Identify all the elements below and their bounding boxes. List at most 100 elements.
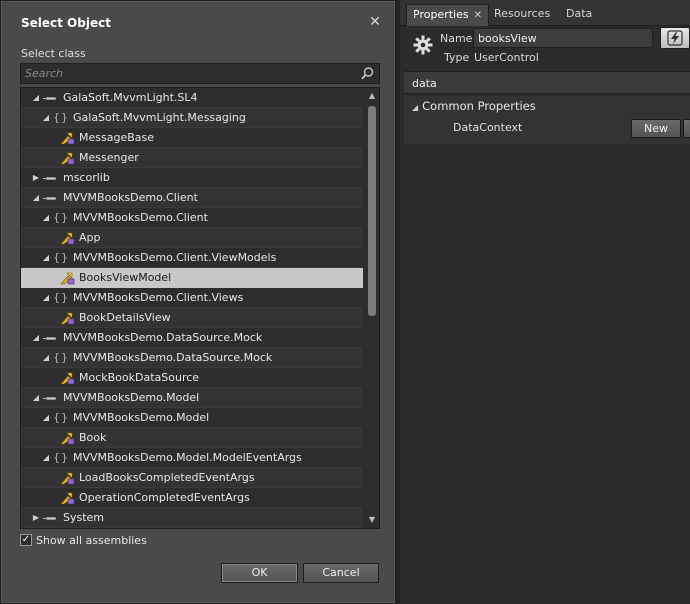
expanded-triangle-icon[interactable]: ◢: [31, 188, 41, 208]
tree-row-label: MVVMBooksDemo.Model: [63, 391, 200, 404]
tree-assembly-row[interactable]: ◢ GalaSoft.MvvmLight.SL4: [21, 88, 363, 108]
tree-class-row[interactable]: App: [21, 228, 363, 248]
expanded-triangle-icon[interactable]: ◢: [31, 88, 41, 108]
search-icon[interactable]: [360, 66, 375, 81]
tree-scrollbar[interactable]: ▲ ▼: [364, 88, 379, 528]
expanded-triangle-icon[interactable]: ◢: [41, 348, 51, 368]
new-datacontext-button[interactable]: New: [631, 119, 681, 138]
tree-class-row[interactable]: OperationCompletedEventArgs: [21, 488, 363, 508]
assembly-icon: [43, 511, 59, 525]
search-input[interactable]: [25, 66, 355, 81]
show-all-label: Show all assemblies: [36, 534, 147, 547]
tree-rows: ◢ GalaSoft.MvvmLight.SL4 ◢{} GalaSoft.MvvmL…: [21, 88, 363, 528]
show-all-checkbox[interactable]: ✓: [20, 534, 32, 546]
tree-row-label: MVVMBooksDemo.Client.Views: [73, 291, 244, 304]
panel-tabs: Properties ✕ Resources Data: [400, 0, 690, 26]
tree-class-row[interactable]: Messenger: [21, 148, 363, 168]
tree-namespace-row[interactable]: ◢{} GalaSoft.MvvmLight.Messaging: [21, 108, 363, 128]
tree-namespace-row[interactable]: ◢{} MVVMBooksDemo.Model: [21, 408, 363, 428]
tab-properties[interactable]: Properties ✕: [406, 4, 489, 26]
assembly-icon: [43, 171, 59, 185]
class-tree: ◢ GalaSoft.MvvmLight.SL4 ◢{} GalaSoft.MvvmL…: [20, 87, 380, 529]
expanded-triangle-icon[interactable]: ◢: [31, 388, 41, 408]
property-search-input[interactable]: [412, 75, 682, 91]
tree-namespace-row[interactable]: ◢{} MVVMBooksDemo.Client: [21, 208, 363, 228]
tree-row-label: BooksViewModel: [79, 271, 172, 284]
tree-class-row[interactable]: Book: [21, 428, 363, 448]
lightning-icon: [667, 30, 683, 46]
collapse-triangle-icon[interactable]: ◢: [412, 103, 418, 112]
tree-assembly-row[interactable]: ▶ System: [21, 508, 363, 528]
expanded-triangle-icon[interactable]: ◢: [31, 328, 41, 348]
category-label: Common Properties: [422, 99, 536, 113]
expanded-triangle-icon[interactable]: ◢: [41, 208, 51, 228]
namespace-icon: {}: [53, 211, 69, 224]
ok-button[interactable]: OK: [221, 563, 298, 583]
tree-assembly-row[interactable]: ◢ MVVMBooksDemo.DataSource.Mock: [21, 328, 363, 348]
tree-class-row[interactable]: LoadBooksCompletedEventArgs: [21, 468, 363, 488]
tree-row-label: MVVMBooksDemo.DataSource.Mock: [63, 331, 263, 344]
tree-row-label: MVVMBooksDemo.Client: [73, 211, 208, 224]
tree-row-label: MVVMBooksDemo.DataSource.Mock: [73, 351, 273, 364]
select-class-label: Select class: [21, 47, 86, 60]
dialog-title: Select Object: [21, 16, 111, 30]
name-field[interactable]: [473, 28, 653, 48]
namespace-icon: {}: [53, 351, 69, 364]
class-icon: [59, 471, 75, 485]
tree-namespace-row[interactable]: ◢{} MVVMBooksDemo.Client.ViewModels: [21, 248, 363, 268]
tree-assembly-row[interactable]: ◢ MVVMBooksDemo.Model: [21, 388, 363, 408]
tree-namespace-row[interactable]: ◢{} MVVMBooksDemo.Client.Views: [21, 288, 363, 308]
tree-assembly-row[interactable]: ◢ MVVMBooksDemo.Client: [21, 188, 363, 208]
tree-class-row[interactable]: MockBookDataSource: [21, 368, 363, 388]
assembly-icon: [43, 191, 59, 205]
tree-class-row[interactable]: BooksViewModel: [21, 268, 363, 288]
assembly-icon: [43, 91, 59, 105]
tab-close-icon[interactable]: ✕: [474, 10, 482, 21]
search-box: [20, 63, 380, 84]
namespace-icon: {}: [53, 251, 69, 264]
tree-namespace-row[interactable]: ◢{} MVVMBooksDemo.Model.ModelEventArgs: [21, 448, 363, 468]
expanded-triangle-icon[interactable]: ◢: [41, 448, 51, 468]
events-button[interactable]: [660, 27, 690, 49]
expanded-triangle-icon[interactable]: ◢: [41, 108, 51, 128]
tree-row-label: MockBookDataSource: [79, 371, 200, 384]
cancel-button[interactable]: Cancel: [303, 563, 379, 583]
close-icon[interactable]: ✕: [367, 14, 383, 30]
scrollbar-thumb[interactable]: [368, 106, 376, 316]
advanced-options-button[interactable]: [683, 119, 690, 138]
tree-row-label: MVVMBooksDemo.Client: [63, 191, 198, 204]
namespace-icon: {}: [53, 111, 69, 124]
class-icon: [59, 371, 75, 385]
tab-label: Properties: [413, 8, 469, 21]
type-label: Type: [444, 51, 470, 64]
gear-icon: [413, 35, 433, 55]
expanded-triangle-icon[interactable]: ◢: [41, 248, 51, 268]
tab-data[interactable]: Data: [560, 4, 598, 26]
namespace-icon: {}: [53, 451, 69, 464]
scroll-down-icon[interactable]: ▼: [368, 516, 376, 524]
tree-class-row[interactable]: BookDetailsView: [21, 308, 363, 328]
class-icon: [59, 131, 75, 145]
expanded-triangle-icon[interactable]: ◢: [41, 288, 51, 308]
tab-label: Resources: [494, 7, 551, 20]
collapsed-triangle-icon[interactable]: ▶: [31, 508, 41, 528]
assembly-icon: [43, 391, 59, 405]
collapsed-triangle-icon[interactable]: ▶: [31, 168, 41, 188]
class-icon: [59, 271, 75, 285]
tree-row-label: LoadBooksCompletedEventArgs: [79, 471, 255, 484]
expanded-triangle-icon[interactable]: ◢: [41, 408, 51, 428]
tree-row-label: GalaSoft.MvvmLight.Messaging: [73, 111, 246, 124]
class-icon: [59, 431, 75, 445]
property-filter: [404, 71, 690, 94]
tree-row-label: MVVMBooksDemo.Client.ViewModels: [73, 251, 277, 264]
tree-row-label: mscorlib: [63, 171, 110, 184]
namespace-icon: {}: [53, 291, 69, 304]
tree-assembly-row[interactable]: ▶ mscorlib: [21, 168, 363, 188]
tree-class-row[interactable]: MessageBase: [21, 128, 363, 148]
name-label: Name: [440, 32, 473, 45]
category-common-properties[interactable]: ◢ Common Properties: [412, 99, 536, 113]
tree-namespace-row[interactable]: ◢{} MVVMBooksDemo.DataSource.Mock: [21, 348, 363, 368]
tree-row-label: OperationCompletedEventArgs: [79, 491, 250, 504]
tab-resources[interactable]: Resources: [488, 4, 556, 26]
scroll-up-icon[interactable]: ▲: [368, 92, 376, 100]
